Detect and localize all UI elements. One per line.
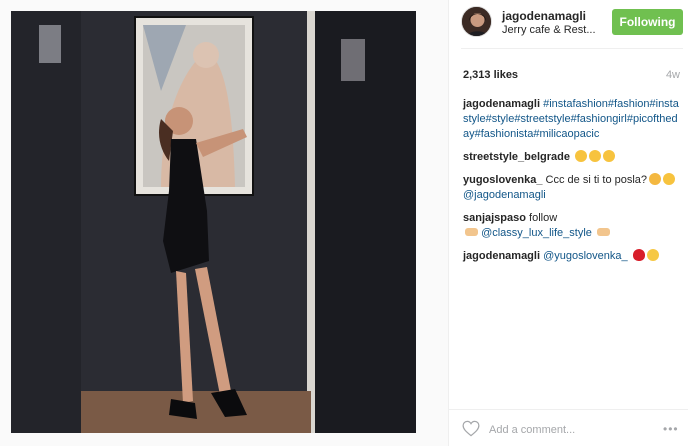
comment-text: follow xyxy=(529,212,558,224)
comment-username[interactable]: yugoslovenka_ xyxy=(463,174,542,186)
comment-username[interactable]: jagodenamagli xyxy=(463,250,540,262)
comment-item: sanjajspaso follow @classy_lux_life_styl… xyxy=(463,211,683,241)
comment-composer: ••• xyxy=(449,409,688,446)
heart-eyes-emoji-icon xyxy=(575,150,588,162)
comment-list: jagodenamagli #instafashion#fashion#inst… xyxy=(463,97,683,272)
comment-mention[interactable]: @classy_lux_life_style xyxy=(481,227,592,239)
comment-text: Ccc de si ti to posla? xyxy=(545,174,648,186)
post-header: jagodenamagli Jerry cafe & Rest... Follo… xyxy=(449,0,688,48)
post-photo[interactable] xyxy=(11,11,416,433)
comment-username[interactable]: sanjajspaso xyxy=(463,212,526,224)
kiss-lips-emoji-icon xyxy=(632,249,645,261)
add-comment-input[interactable] xyxy=(489,422,639,437)
post-age[interactable]: 4w xyxy=(666,69,680,81)
comment-item: jagodenamagli @yugoslovenka_ xyxy=(463,249,683,264)
photo-illustration xyxy=(11,11,416,433)
photo-pane xyxy=(0,0,448,446)
heart-outline-icon[interactable] xyxy=(462,420,480,437)
comment-mention[interactable]: @jagodenamagli xyxy=(463,189,546,201)
avatar[interactable] xyxy=(461,6,492,37)
more-options-icon[interactable]: ••• xyxy=(663,422,679,436)
post-sidebar: jagodenamagli Jerry cafe & Rest... Follo… xyxy=(448,0,688,446)
post-username[interactable]: jagodenamagli xyxy=(502,9,586,23)
caption: jagodenamagli #instafashion#fashion#inst… xyxy=(463,97,683,142)
likes-count[interactable]: 2,313 likes xyxy=(463,69,518,81)
joy-emoji-icon xyxy=(646,249,659,261)
pointing-right-emoji-icon xyxy=(465,228,478,236)
caption-username[interactable]: jagodenamagli xyxy=(463,98,540,110)
heart-eyes-emoji-icon xyxy=(589,150,602,162)
comment-mention[interactable]: @yugoslovenka_ xyxy=(543,250,628,262)
scream-emoji-icon xyxy=(649,173,662,185)
pointing-left-emoji-icon xyxy=(596,228,610,236)
comment-username[interactable]: streetstyle_belgrade xyxy=(463,151,570,163)
heart-eyes-emoji-icon xyxy=(663,173,676,185)
comment-item: streetstyle_belgrade xyxy=(463,150,683,165)
following-button[interactable]: Following xyxy=(612,9,683,35)
comment-item: yugoslovenka_ Ccc de si ti to posla? @ja… xyxy=(463,173,683,203)
heart-eyes-emoji-icon xyxy=(603,150,616,162)
post-location[interactable]: Jerry cafe & Rest... xyxy=(502,24,598,36)
divider xyxy=(461,48,683,49)
